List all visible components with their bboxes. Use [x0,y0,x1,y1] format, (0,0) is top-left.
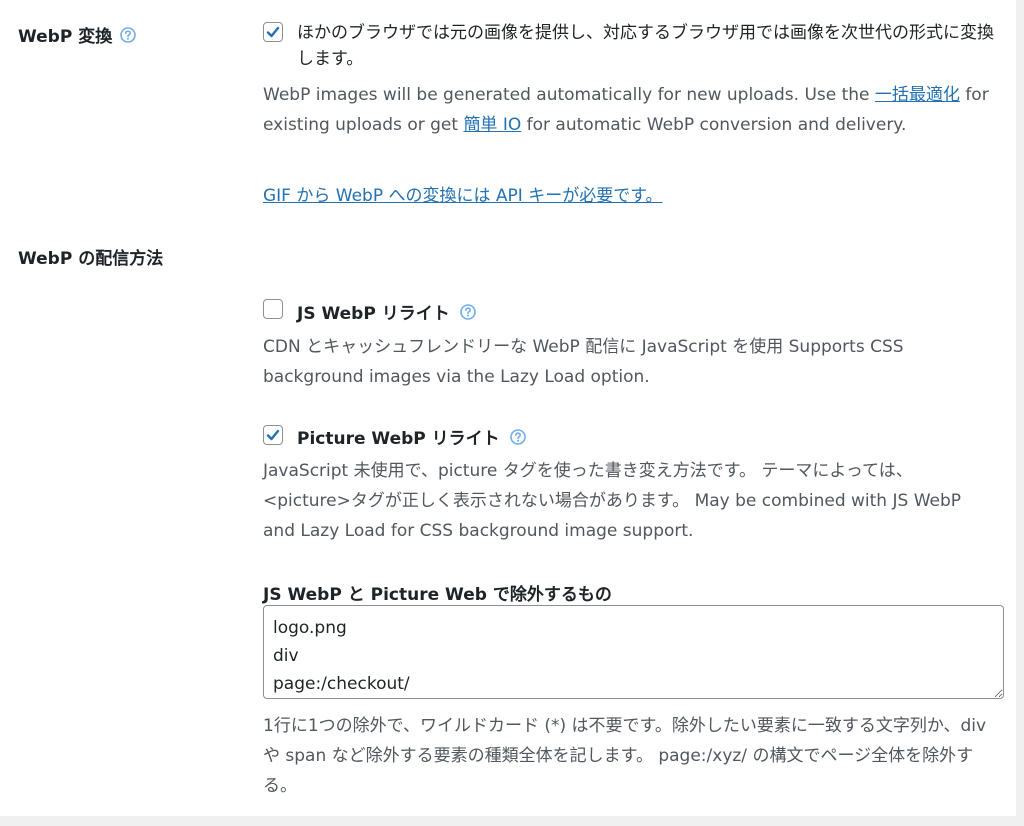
checkmark-icon [266,26,280,38]
exclusions-textarea[interactable]: logo.png div page:/checkout/ [263,605,1004,699]
js-webp-option: JS WebP リライト [297,299,476,324]
checkmark-icon [266,429,280,441]
webp-delivery-row-label: WebP の配信方法 [18,244,163,269]
desc-text: for automatic WebP conversion and delive… [521,115,907,135]
bulk-optimize-link[interactable]: 一括最適化 [875,85,960,105]
webp-conversion-label: WebP 変換 [18,27,113,47]
gif-api-key-link[interactable]: GIF から WebP への変換には API キーが必要です。 [263,183,663,209]
webp-conversion-description: WebP images will be generated automatica… [263,80,1008,140]
picture-webp-checkbox[interactable] [263,425,283,445]
js-webp-label: JS WebP リライト [297,304,450,324]
webp-conversion-row-label: WebP 変換 [18,22,137,47]
exclusions-label: JS WebP と Picture Web で除外するもの [263,585,612,605]
help-icon[interactable] [120,26,137,43]
settings-panel: WebP 変換 ほかのブラウザでは元の画像を提供し、対応するブラウザ用では画像を… [0,0,1016,816]
exclusions-description: 1行に1つの除外で、ワイルドカード (*) は不要です。除外したい要素に一致する… [263,716,987,796]
webp-delivery-label: WebP の配信方法 [18,249,164,269]
picture-webp-description: JavaScript 未使用で、picture タグを使った書き変え方法です。 … [263,461,962,541]
webp-conversion-checkbox-text: ほかのブラウザでは元の画像を提供し、対応するブラウザ用では画像を次世代の形式に変… [297,23,994,69]
desc-text: WebP images will be generated automatica… [263,85,875,105]
js-webp-description: CDN とキャッシュフレンドリーな WebP 配信に JavaScript を使… [263,337,904,387]
js-webp-checkbox[interactable] [263,299,283,319]
picture-webp-label: Picture WebP リライト [297,429,500,449]
help-icon[interactable] [509,428,526,445]
picture-webp-option: Picture WebP リライト [297,424,526,449]
webp-conversion-checkbox[interactable] [263,22,283,42]
easy-io-link[interactable]: 簡単 IO [463,115,521,135]
help-icon[interactable] [459,303,476,320]
